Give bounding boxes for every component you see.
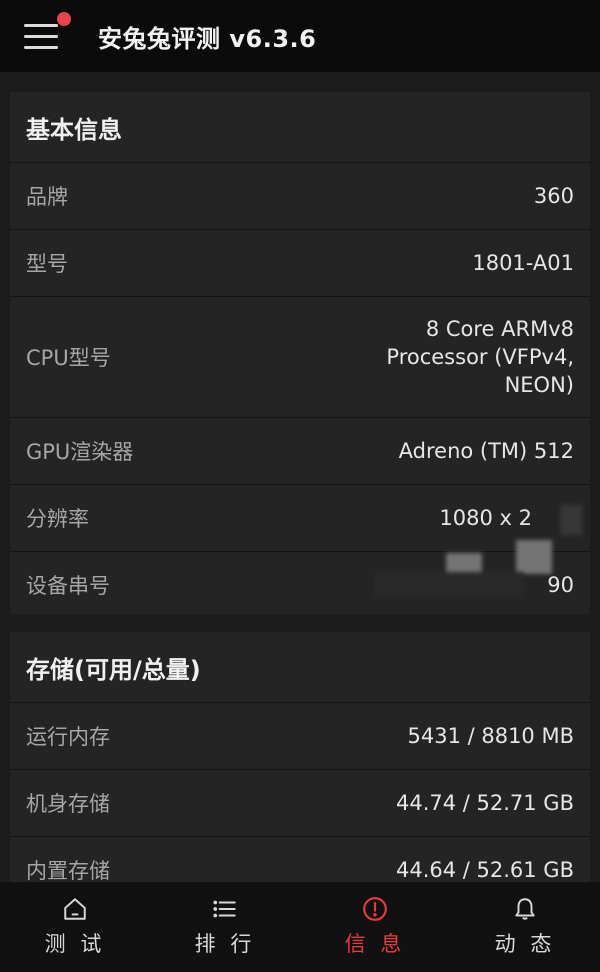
home-icon bbox=[64, 898, 86, 920]
nav-tab-info[interactable]: 信 息 bbox=[300, 882, 450, 972]
storage-row-device: 机身存储 44.74 / 52.71 GB bbox=[10, 769, 590, 836]
info-row-resolution: 分辨率 1080 x 2 bbox=[10, 484, 590, 551]
row-value: 1801-A01 bbox=[472, 251, 574, 275]
row-label: 分辨率 bbox=[26, 507, 89, 531]
app-header: 安兔兔评测 v6.3.6 bbox=[0, 0, 600, 72]
info-row-model: 型号 1801-A01 bbox=[10, 229, 590, 296]
row-value: 8 Core ARMv8 Processor (VFPv4, NEON) bbox=[386, 317, 574, 397]
list-icon bbox=[213, 900, 236, 918]
nav-tab-test[interactable]: 测 试 bbox=[0, 882, 150, 972]
row-value: Adreno (TM) 512 bbox=[398, 439, 574, 463]
app-title: 安兔兔评测 v6.3.6 bbox=[98, 24, 317, 53]
row-value: 44.64 / 52.61 GB bbox=[395, 858, 574, 882]
row-value: 90 bbox=[547, 573, 574, 597]
nav-tab-ranking[interactable]: 排 行 bbox=[150, 882, 300, 972]
info-row-cpu: CPU型号 8 Core ARMv8 Processor (VFPv4, NEO… bbox=[10, 296, 590, 417]
bottom-navigation: 测 试 排 行 信 息 动 态 bbox=[0, 882, 600, 972]
row-label: 品牌 bbox=[26, 185, 68, 209]
row-label: GPU渲染器 bbox=[26, 440, 134, 464]
app-screen: 安兔兔评测 v6.3.6 基本信息 品牌 360 型号 1801-A01 CPU… bbox=[0, 0, 600, 972]
nav-label: 信 息 bbox=[344, 932, 406, 956]
nav-label: 测 试 bbox=[44, 932, 106, 956]
row-label: 内置存储 bbox=[26, 859, 110, 883]
row-value: 360 bbox=[533, 184, 574, 208]
notification-dot bbox=[57, 12, 71, 26]
row-value: 1080 x 2 bbox=[439, 506, 532, 530]
menu-button[interactable] bbox=[12, 6, 72, 66]
row-value: 5431 / 8810 MB bbox=[407, 724, 574, 748]
info-row-gpu: GPU渲染器 Adreno (TM) 512 bbox=[10, 417, 590, 484]
storage-row-ram: 运行内存 5431 / 8810 MB bbox=[10, 702, 590, 769]
basic-info-title: 基本信息 bbox=[26, 115, 122, 144]
row-label: 型号 bbox=[26, 252, 68, 276]
basic-info-card: 基本信息 品牌 360 型号 1801-A01 CPU型号 8 Core ARM… bbox=[10, 92, 590, 614]
redaction-patch bbox=[374, 572, 524, 598]
bell-icon bbox=[515, 898, 535, 920]
redaction-patch bbox=[560, 505, 582, 535]
storage-title: 存储(可用/总量) bbox=[26, 655, 201, 684]
row-label: CPU型号 bbox=[26, 346, 111, 370]
row-label: 运行内存 bbox=[26, 725, 110, 749]
menu-icon bbox=[24, 23, 58, 27]
storage-card: 存储(可用/总量) 运行内存 5431 / 8810 MB 机身存储 44.74… bbox=[10, 632, 590, 883]
row-label: 设备串号 bbox=[26, 574, 110, 598]
nav-label: 排 行 bbox=[194, 932, 256, 956]
row-label: 机身存储 bbox=[26, 792, 110, 816]
info-row-brand: 品牌 360 bbox=[10, 162, 590, 229]
nav-tab-news[interactable]: 动 态 bbox=[450, 882, 600, 972]
info-alert-icon bbox=[363, 897, 387, 921]
row-value: 44.74 / 52.71 GB bbox=[395, 791, 574, 815]
redaction-patch bbox=[516, 540, 552, 574]
nav-label: 动 态 bbox=[494, 932, 556, 956]
